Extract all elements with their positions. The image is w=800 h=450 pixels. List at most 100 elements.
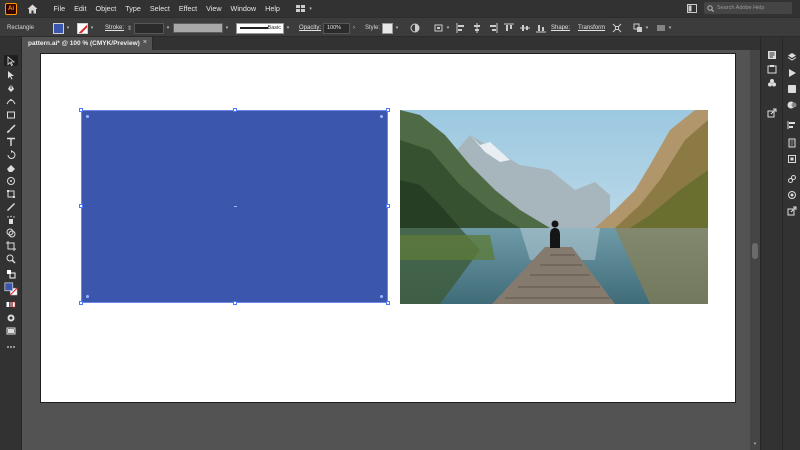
resize-handle-bottom[interactable] (233, 301, 237, 305)
live-corner-widget[interactable] (86, 115, 89, 118)
variable-width-profile[interactable] (173, 23, 223, 33)
artboard-tool-icon[interactable] (4, 240, 18, 251)
direct-selection-tool-icon[interactable] (4, 69, 18, 80)
live-corner-widget[interactable] (380, 115, 383, 118)
brush-definition[interactable]: Basic ▾ (236, 22, 291, 34)
screen-mode-icon[interactable] (4, 325, 18, 336)
eyedropper-tool-icon[interactable] (4, 201, 18, 212)
graphic-style-picker[interactable]: ▾ (382, 22, 400, 34)
transform-label[interactable]: Transform (578, 22, 605, 34)
swatches-icon[interactable] (766, 77, 778, 88)
libraries-icon[interactable] (766, 63, 778, 74)
chevron-down-icon[interactable]: ▾ (65, 23, 71, 33)
resize-handle-top-right[interactable] (386, 108, 390, 112)
resize-handle-right[interactable] (386, 204, 390, 208)
chevron-right-icon[interactable]: › (353, 25, 355, 31)
properties-panel-icon[interactable] (766, 49, 778, 60)
attributes-icon[interactable] (786, 153, 798, 164)
arrange-icon[interactable]: ▾ (633, 22, 650, 34)
drawing-modes-icon[interactable] (4, 312, 18, 323)
close-icon[interactable]: × (143, 39, 147, 46)
stroke-weight-input[interactable] (134, 22, 165, 34)
recolor-artwork-icon[interactable] (410, 22, 420, 34)
opacity-input[interactable]: 100% (323, 22, 350, 34)
resize-handle-bottom-right[interactable] (386, 301, 390, 305)
chevron-down-icon[interactable]: ▾ (89, 23, 95, 33)
home-icon[interactable] (26, 3, 38, 15)
resize-handle-bottom-left[interactable] (79, 301, 83, 305)
curvature-tool-icon[interactable] (4, 95, 18, 106)
graphic-style-swatch[interactable] (382, 22, 393, 34)
color-guide-icon[interactable] (786, 189, 798, 200)
links-icon[interactable] (786, 173, 798, 184)
vertical-scrollbar[interactable]: ▾ (750, 50, 760, 450)
zoom-tool-icon[interactable] (4, 253, 18, 264)
chevron-down-icon[interactable]: ▾ (667, 23, 673, 33)
document-tab[interactable]: pattern.ai* @ 100 % (CMYK/Preview) × (23, 37, 153, 50)
align-top-icon[interactable] (504, 23, 514, 33)
stroke-swatch[interactable]: ▾ (77, 22, 95, 34)
variable-width-field[interactable]: ▾ (173, 22, 230, 34)
help-search-field[interactable]: Search Adobe Help (704, 2, 792, 14)
chevron-down-icon[interactable]: ▾ (644, 23, 650, 33)
opacity-label[interactable]: Opacity: (299, 22, 321, 34)
layers-icon[interactable] (786, 51, 798, 62)
color-mode-icons[interactable] (4, 299, 18, 310)
shape-label[interactable]: Shape: (551, 22, 570, 34)
stroke-label[interactable]: Stroke: (105, 22, 124, 34)
chevron-down-icon[interactable]: ▾ (165, 23, 171, 33)
live-corner-widget[interactable] (86, 295, 89, 298)
eraser-tool-icon[interactable] (4, 162, 18, 173)
default-colors-icon[interactable] (4, 268, 18, 279)
chevron-down-icon[interactable]: ▾ (394, 23, 400, 33)
brush-field[interactable]: Basic (236, 22, 284, 34)
align-left-icon[interactable] (456, 23, 466, 33)
free-transform-tool-icon[interactable] (4, 188, 18, 199)
placed-photo[interactable] (400, 110, 708, 304)
stroke-weight-field[interactable]: ⇕ ▾ (127, 22, 171, 34)
menu-object[interactable]: Object (91, 4, 121, 13)
align-panel-icon[interactable] (786, 119, 798, 130)
asset-export-icon[interactable] (786, 205, 798, 216)
align-middle-icon[interactable] (520, 23, 530, 33)
scroll-thumb[interactable] (752, 243, 758, 259)
menu-view[interactable]: View (202, 4, 226, 13)
type-tool-icon[interactable] (4, 136, 18, 147)
resize-handle-top[interactable] (233, 108, 237, 112)
symbol-sprayer-tool-icon[interactable] (4, 214, 18, 225)
menu-effect[interactable]: Effect (174, 4, 201, 13)
stroke-none-swatch[interactable] (77, 22, 88, 34)
align-right-icon[interactable] (488, 23, 498, 33)
resize-handle-top-left[interactable] (79, 108, 83, 112)
isolate-icon[interactable] (612, 22, 622, 34)
fill-color-swatch[interactable] (53, 22, 64, 34)
align-center-icon[interactable] (472, 23, 482, 33)
workspace-switcher[interactable]: ▾ (296, 4, 312, 13)
chevron-down-icon[interactable]: ▾ (445, 23, 451, 33)
fill-swatch[interactable]: ▾ (53, 22, 71, 34)
appearance-icon[interactable] (786, 83, 798, 94)
menu-help[interactable]: Help (261, 4, 285, 13)
canvas-area[interactable] (23, 50, 750, 450)
panel-menu-icon[interactable]: ▾ (656, 22, 673, 34)
paintbrush-tool-icon[interactable] (4, 123, 18, 134)
play-actions-icon[interactable] (786, 67, 798, 78)
selection-tool-icon[interactable] (4, 55, 18, 66)
menu-window[interactable]: Window (226, 4, 261, 13)
chevron-down-icon[interactable]: ▾ (224, 23, 230, 33)
artboard[interactable] (40, 53, 736, 403)
warp-tool-icon[interactable] (4, 175, 18, 186)
align-bottom-icon[interactable] (536, 23, 546, 33)
menu-type[interactable]: Type (121, 4, 146, 13)
align-to-icon[interactable]: ▾ (434, 22, 451, 34)
resize-handle-left[interactable] (79, 204, 83, 208)
arrange-documents-icon[interactable] (687, 3, 697, 13)
menu-file[interactable]: File (49, 4, 70, 13)
more-tools-icon[interactable] (4, 341, 18, 352)
stepper-icon[interactable]: ⇕ (127, 25, 132, 32)
export-icon[interactable] (766, 107, 778, 118)
rotate-tool-icon[interactable] (4, 149, 18, 160)
document-info-icon[interactable] (786, 137, 798, 148)
pen-tool-icon[interactable] (4, 82, 18, 93)
menu-edit[interactable]: Edit (70, 4, 91, 13)
